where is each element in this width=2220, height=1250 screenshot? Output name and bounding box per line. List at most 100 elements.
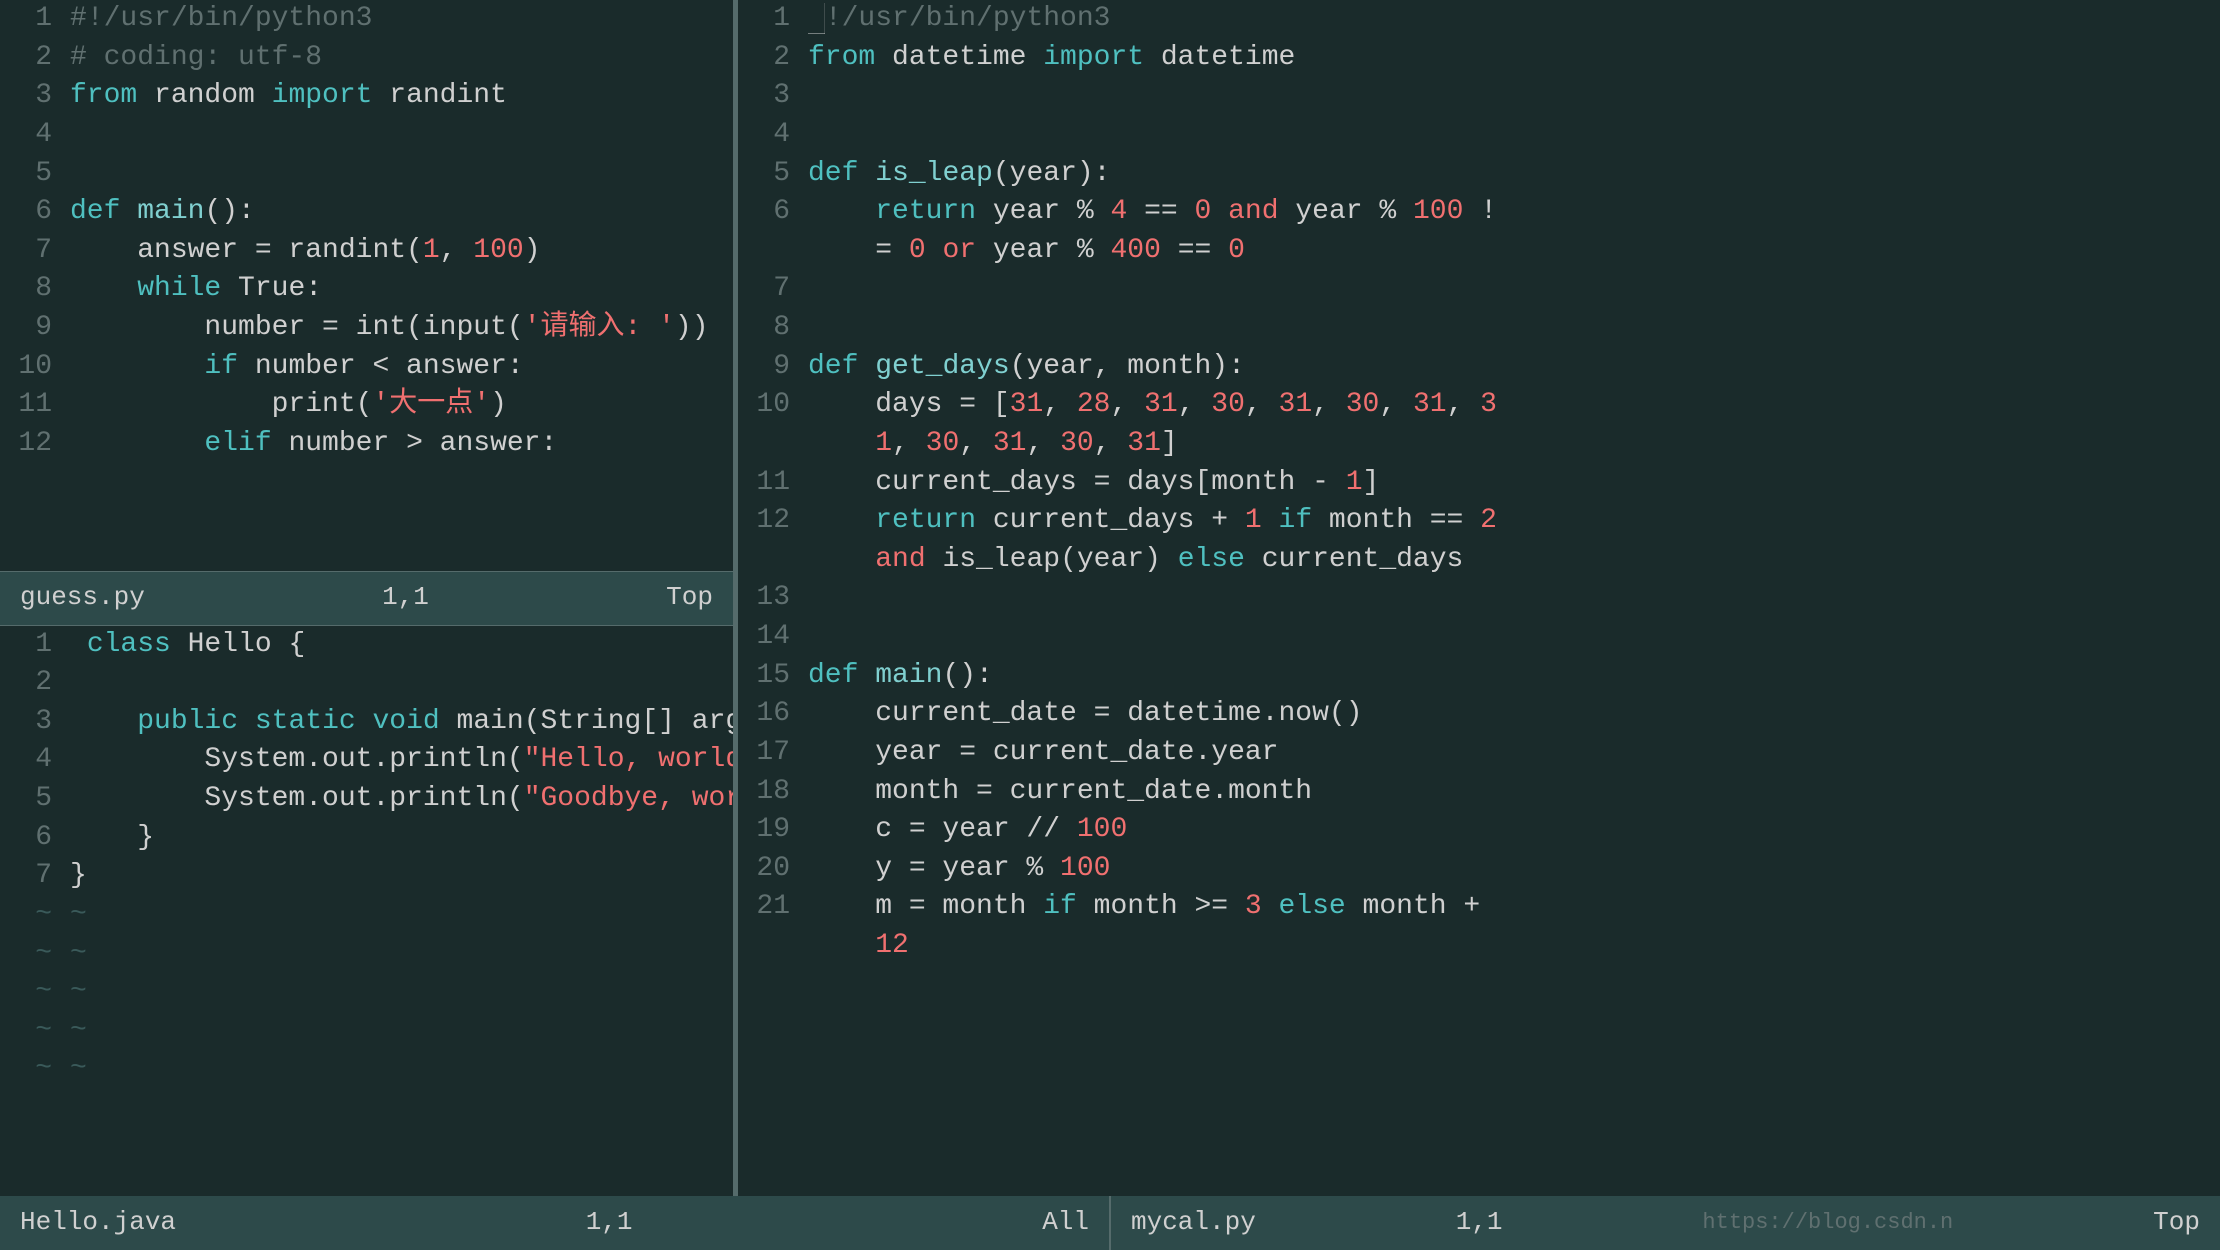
line-content: 1, 30, 31, 30, 31] bbox=[808, 425, 2210, 464]
code-line: = 0 or year % 400 == 0 bbox=[748, 232, 2210, 271]
line-content: number = int(input('请输入: ')) bbox=[70, 309, 723, 348]
line-content bbox=[808, 270, 2210, 309]
code-line: ~~ bbox=[10, 935, 723, 974]
line-number: 5 bbox=[10, 155, 70, 194]
line-content: = 0 or year % 400 == 0 bbox=[808, 232, 2210, 271]
code-line: 7} bbox=[10, 857, 723, 896]
code-line: and is_leap(year) else current_days bbox=[748, 541, 2210, 580]
code-line: 8 bbox=[748, 309, 2210, 348]
code-line: 14 bbox=[748, 618, 2210, 657]
code-line: 10 if number < answer: bbox=[10, 348, 723, 387]
line-content: if number < answer: bbox=[70, 348, 723, 387]
line-content: year = current_date.year bbox=[808, 734, 2210, 773]
line-content: class Hello { bbox=[70, 626, 723, 665]
code-line: 4 System.out.println("Hello, world!"); bbox=[10, 741, 723, 780]
code-line: 21 m = month if month >= 3 else month + bbox=[748, 888, 2210, 927]
line-content: ~ bbox=[70, 1012, 723, 1051]
code-line: 2# coding: utf-8 bbox=[10, 39, 723, 78]
status-top-guess: Top bbox=[666, 580, 713, 616]
line-content: public static void main(String[] args) { bbox=[70, 703, 733, 742]
line-number: 1 bbox=[10, 626, 70, 665]
code-line: 3from random import randint bbox=[10, 77, 723, 116]
code-line: 12 bbox=[748, 927, 2210, 966]
line-number: 17 bbox=[748, 734, 808, 773]
line-number: 12 bbox=[748, 502, 808, 541]
line-number: 4 bbox=[10, 741, 70, 780]
code-line: ~~ bbox=[10, 973, 723, 1012]
pane-guess[interactable]: 1#!/usr/bin/python32# coding: utf-83from… bbox=[0, 0, 733, 571]
line-number: 5 bbox=[10, 780, 70, 819]
code-line: 5def is_leap(year): bbox=[748, 155, 2210, 194]
line-number: 4 bbox=[10, 116, 70, 155]
line-number: 8 bbox=[748, 309, 808, 348]
line-number: ~ bbox=[10, 896, 70, 935]
code-line: 20 y = year % 100 bbox=[748, 850, 2210, 889]
line-number bbox=[748, 927, 808, 966]
code-line: 2from datetime import datetime bbox=[748, 39, 2210, 78]
line-number: 3 bbox=[748, 77, 808, 116]
line-number: 3 bbox=[10, 703, 70, 742]
line-content: def main(): bbox=[808, 657, 2210, 696]
code-line: 1 class Hello { bbox=[10, 626, 723, 665]
line-content: current_date = datetime.now() bbox=[808, 695, 2210, 734]
code-line: 7 answer = randint(1, 100) bbox=[10, 232, 723, 271]
line-content: █!/usr/bin/python3 bbox=[808, 0, 2210, 39]
code-line: ~~ bbox=[10, 896, 723, 935]
line-content: month = current_date.month bbox=[808, 773, 2210, 812]
line-content bbox=[808, 579, 2210, 618]
line-content: elif number > answer: bbox=[70, 425, 723, 464]
line-number: 1 bbox=[10, 0, 70, 39]
line-number: 7 bbox=[10, 857, 70, 896]
bottom-status-right: mycal.py 1,1 https://blog.csdn.n Top bbox=[1111, 1196, 2220, 1250]
line-content: System.out.println("Goodbye, world!"); bbox=[70, 780, 733, 819]
code-line: 9def get_days(year, month): bbox=[748, 348, 2210, 387]
bottom-status: Hello.java 1,1 All mycal.py 1,1 https://… bbox=[0, 1196, 2220, 1250]
code-line: 12 elif number > answer: bbox=[10, 425, 723, 464]
line-number: 15 bbox=[748, 657, 808, 696]
line-content: current_days = days[month - 1] bbox=[808, 464, 2210, 503]
line-number: 11 bbox=[10, 386, 70, 425]
line-number: 21 bbox=[748, 888, 808, 927]
line-number: 2 bbox=[10, 664, 70, 703]
line-number: 20 bbox=[748, 850, 808, 889]
code-line: 2 bbox=[10, 664, 723, 703]
line-number bbox=[748, 541, 808, 580]
line-content: } bbox=[70, 819, 723, 858]
line-number: 4 bbox=[748, 116, 808, 155]
line-number: 13 bbox=[748, 579, 808, 618]
status-bar-guess: guess.py 1,1 Top bbox=[0, 571, 733, 625]
code-line: 13 bbox=[748, 579, 2210, 618]
code-line: 6 return year % 4 == 0 and year % 100 ! bbox=[748, 193, 2210, 232]
code-line: 8 while True: bbox=[10, 270, 723, 309]
line-content bbox=[808, 116, 2210, 155]
line-content: 12 bbox=[808, 927, 2210, 966]
line-number bbox=[748, 232, 808, 271]
code-line: 4 bbox=[748, 116, 2210, 155]
code-left-bottom: 1 class Hello {23 public static void mai… bbox=[0, 626, 733, 1090]
line-content: m = month if month >= 3 else month + bbox=[808, 888, 2210, 927]
status-filename-guess: guess.py bbox=[20, 580, 145, 616]
line-content: def is_leap(year): bbox=[808, 155, 2210, 194]
line-content: System.out.println("Hello, world!"); bbox=[70, 741, 733, 780]
status-filename-java: Hello.java bbox=[20, 1205, 176, 1241]
pane-mycal[interactable]: 1█!/usr/bin/python32from datetime import… bbox=[738, 0, 2220, 1196]
status-scroll-java: All bbox=[1042, 1205, 1089, 1241]
bottom-status-left: Hello.java 1,1 All bbox=[0, 1196, 1111, 1250]
pane-java[interactable]: 1 class Hello {23 public static void mai… bbox=[0, 625, 733, 1197]
line-number: ~ bbox=[10, 935, 70, 974]
line-content bbox=[808, 309, 2210, 348]
code-line: 4 bbox=[10, 116, 723, 155]
line-number: 9 bbox=[748, 348, 808, 387]
line-content bbox=[70, 116, 723, 155]
line-number: 6 bbox=[10, 819, 70, 858]
line-number: ~ bbox=[10, 1050, 70, 1089]
line-number bbox=[748, 425, 808, 464]
code-line: 15def main(): bbox=[748, 657, 2210, 696]
line-content: ~ bbox=[70, 1050, 723, 1089]
line-number: 16 bbox=[748, 695, 808, 734]
line-content: answer = randint(1, 100) bbox=[70, 232, 723, 271]
line-number: 10 bbox=[10, 348, 70, 387]
line-content bbox=[70, 155, 723, 194]
code-line: 18 month = current_date.month bbox=[748, 773, 2210, 812]
status-pos-mycal: 1,1 bbox=[1456, 1205, 1503, 1241]
